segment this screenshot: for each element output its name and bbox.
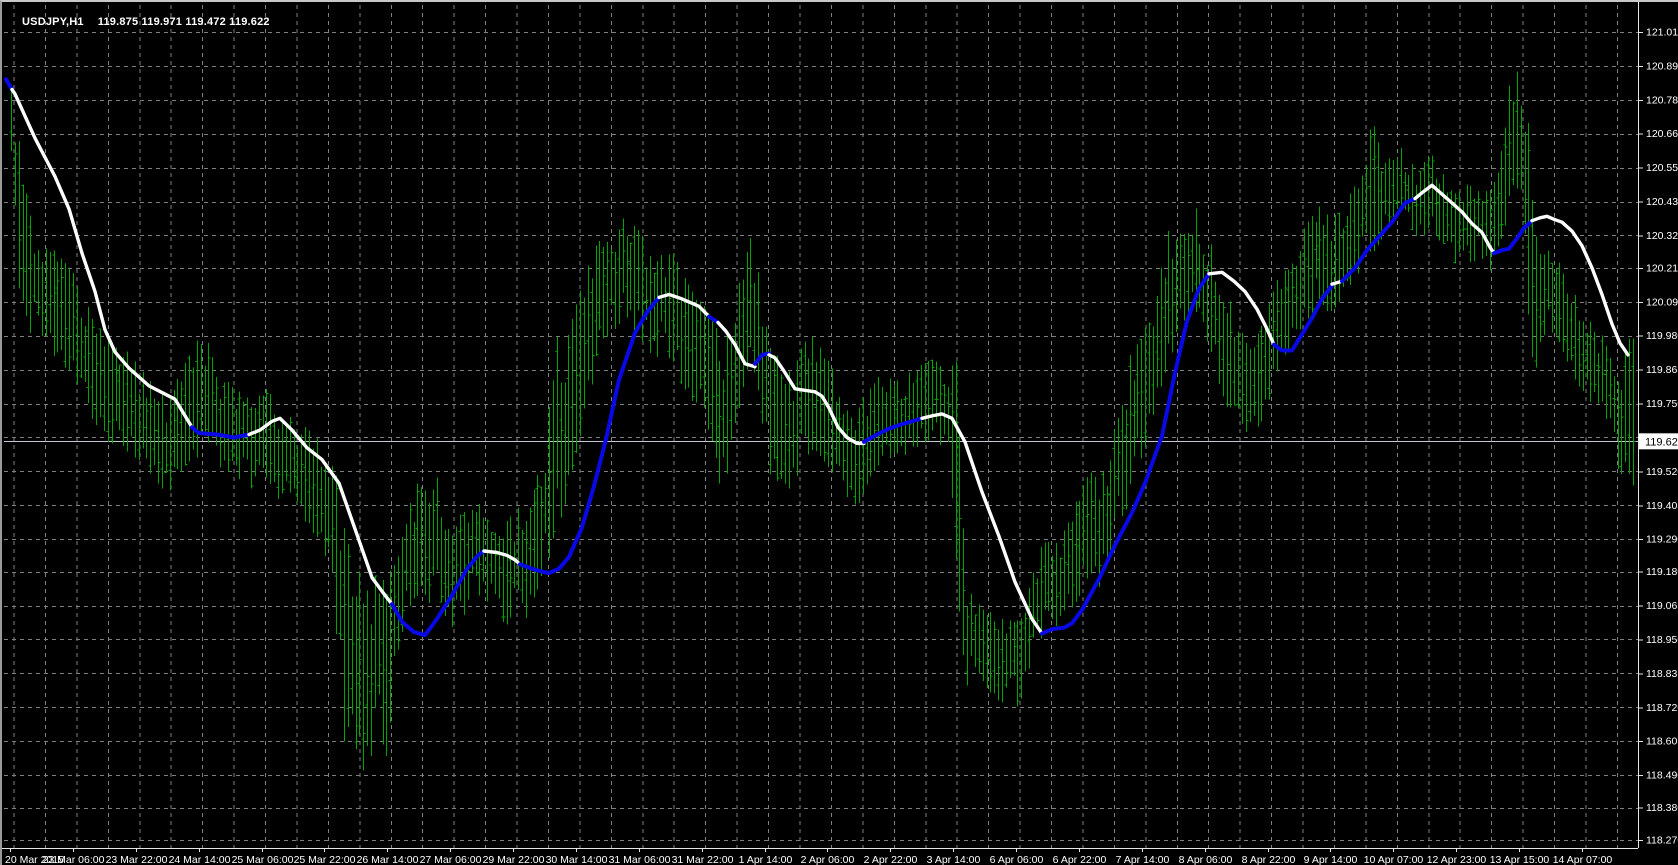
price-axis-label: 118.380 (1646, 802, 1678, 814)
price-axis-label: 119.520 (1646, 466, 1678, 478)
price-axis-label: 119.290 (1646, 534, 1678, 546)
price-axis-label: 118.490 (1646, 770, 1678, 782)
time-axis-label: 6 Apr 22:00 (1053, 854, 1107, 865)
time-axis-label: 2 Apr 06:00 (801, 854, 855, 865)
time-axis-label: 14 Apr 07:00 (1553, 854, 1613, 865)
price-axis-label: 121.010 (1646, 27, 1678, 39)
time-axis-label: 1 Apr 14:00 (739, 854, 793, 865)
price-axis-label: 120.320 (1646, 230, 1678, 242)
price-axis-label: 120.435 (1646, 196, 1678, 208)
price-chart[interactable]: 121.010 120.895 120.780 120.665 120.550 120.4… (2, 2, 1678, 865)
chart-symbol-period: USDJPY,H1 (22, 16, 84, 28)
time-axis-label: 9 Apr 14:00 (1304, 854, 1358, 865)
time-axis-label: 25 Mar 22:00 (294, 854, 356, 865)
time-axis-label: 31 Mar 06:00 (609, 854, 671, 865)
time-axis-label: 2 Apr 22:00 (864, 854, 918, 865)
time-axis-label: 8 Apr 22:00 (1242, 854, 1296, 865)
price-axis-label: 120.550 (1646, 162, 1678, 174)
price-axis-label: 120.895 (1646, 60, 1678, 72)
time-axis-label: 3 Apr 14:00 (927, 854, 981, 865)
price-axis-label: 119.065 (1646, 600, 1678, 612)
price-axis-label: 119.180 (1646, 566, 1678, 578)
chart-ohlc-readout: 119.875 119.971 119.472 119.622 (97, 16, 270, 28)
chart-title: USDJPY,H1 119.875 119.971 119.472 119.622 (9, 4, 270, 40)
price-axis-label: 118.835 (1646, 668, 1678, 680)
time-axis-label: 13 Apr 15:00 (1490, 854, 1550, 865)
price-axis-label: 119.750 (1646, 398, 1678, 410)
price-axis-label: 118.950 (1646, 634, 1678, 646)
price-axis-label: 119.405 (1646, 500, 1678, 512)
time-axis-label: 23 Mar 06:00 (43, 854, 105, 865)
time-axis-label: 29 Mar 22:00 (483, 854, 545, 865)
metatrader-chart-window: USDJPY,H1 119.875 119.971 119.472 119.622… (0, 0, 1678, 865)
current-price-badge: 119.622 (1639, 433, 1678, 450)
price-axis-label: 120.665 (1646, 128, 1678, 140)
time-axis-label: 7 Apr 14:00 (1116, 854, 1170, 865)
current-price-badge-value: 119.622 (1645, 436, 1678, 448)
time-axis-label: 10 Apr 07:00 (1364, 854, 1424, 865)
price-axis-label: 118.605 (1646, 736, 1678, 748)
time-axis-label: 6 Apr 06:00 (990, 854, 1044, 865)
price-axis-label: 119.865 (1646, 364, 1678, 376)
time-axis-label: 8 Apr 06:00 (1179, 854, 1233, 865)
price-axis-label: 120.780 (1646, 94, 1678, 106)
price-axis-label: 118.720 (1646, 702, 1678, 714)
time-axis-label: 27 Mar 06:00 (420, 854, 482, 865)
price-axis-label: 118.270 (1646, 835, 1678, 847)
time-axis-label: 30 Mar 14:00 (546, 854, 608, 865)
price-axis-label: 120.095 (1646, 296, 1678, 308)
price-axis-label: 120.210 (1646, 262, 1678, 274)
price-axis-label: 119.980 (1646, 330, 1678, 342)
time-axis-label: 24 Mar 14:00 (169, 854, 231, 865)
time-axis-label: 26 Mar 14:00 (357, 854, 419, 865)
time-axis-label: 23 Mar 22:00 (106, 854, 168, 865)
time-axis-label: 25 Mar 06:00 (232, 854, 294, 865)
time-axis-label: 31 Mar 22:00 (672, 854, 734, 865)
time-axis-label: 12 Apr 23:00 (1427, 854, 1487, 865)
